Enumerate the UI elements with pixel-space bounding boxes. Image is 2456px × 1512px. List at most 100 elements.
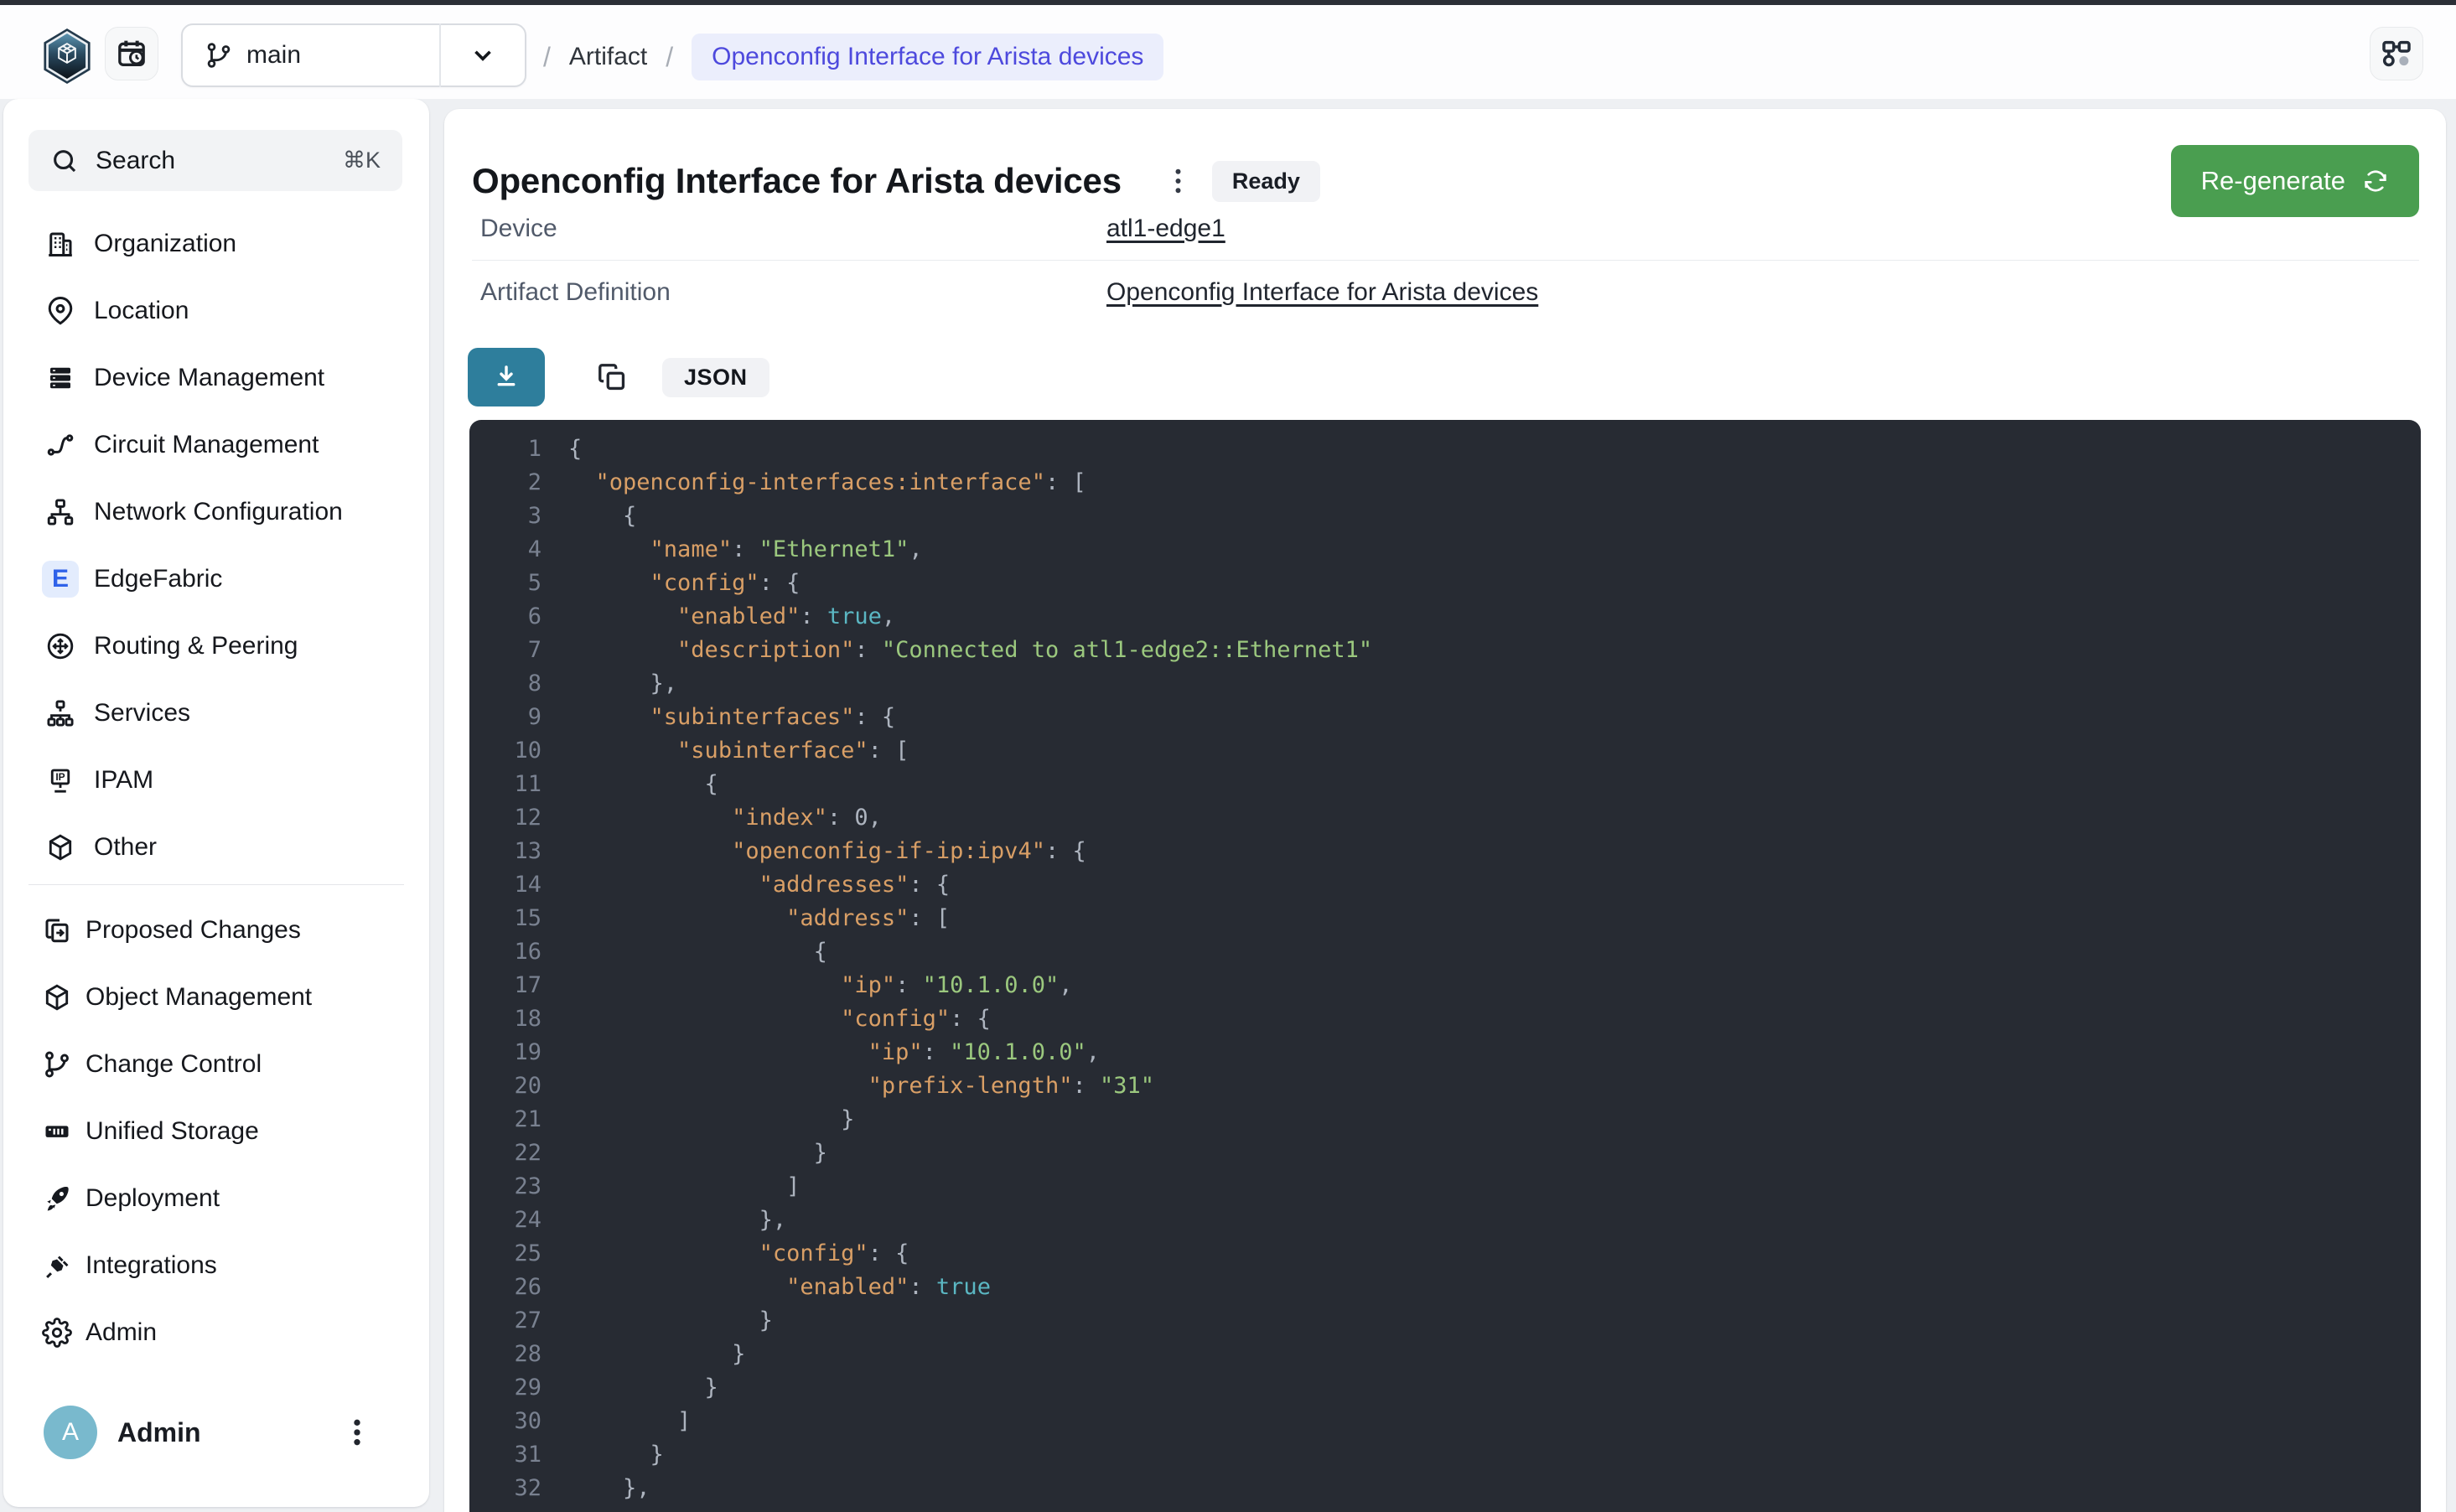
calendar-button[interactable] xyxy=(105,27,158,80)
search-icon xyxy=(50,147,79,175)
field-row-device: Device atl1-edge1 xyxy=(472,198,2419,261)
top-bar: main / Artifact / Openconfig Interface f… xyxy=(0,5,2456,99)
map-pin-icon xyxy=(42,293,79,329)
sidebar-item-label: Organization xyxy=(94,230,236,258)
code-viewer[interactable]: 1{2 "openconfig-interfaces:interface": [… xyxy=(469,420,2421,1512)
copy-icon xyxy=(596,361,628,393)
sidebar-item-label: Routing & Peering xyxy=(94,632,298,660)
sidebar-item-ipam[interactable]: IP IPAM xyxy=(3,747,429,814)
chevron-down-icon xyxy=(441,41,525,70)
code-line: 21 } xyxy=(469,1103,2421,1137)
code-line: 29 } xyxy=(469,1371,2421,1405)
sidebar-item-integrations[interactable]: Integrations xyxy=(3,1232,429,1299)
hierarchy-icon xyxy=(42,494,79,531)
sidebar-item-label: Services xyxy=(94,699,190,728)
code-line: 20 "prefix-length": "31" xyxy=(469,1069,2421,1103)
sidebar-item-location[interactable]: Location xyxy=(3,277,429,344)
search-shortcut: ⌘K xyxy=(343,148,381,173)
download-icon xyxy=(491,362,521,392)
status-badge: Ready xyxy=(1212,161,1320,202)
code-line: 26 "enabled": true xyxy=(469,1271,2421,1304)
storage-icon xyxy=(39,1113,75,1150)
copy-button[interactable] xyxy=(592,357,632,397)
code-line: 23 ] xyxy=(469,1170,2421,1204)
calendar-clock-icon xyxy=(115,37,148,70)
document-arrow-icon xyxy=(39,912,75,949)
field-label: Artifact Definition xyxy=(472,278,1106,307)
code-line: 1{ xyxy=(469,432,2421,466)
code-line: 8 }, xyxy=(469,667,2421,701)
code-line: 18 "config": { xyxy=(469,1002,2421,1036)
format-label: JSON xyxy=(662,358,769,397)
sidebar-item-admin[interactable]: Admin xyxy=(3,1299,429,1366)
download-button[interactable] xyxy=(468,348,545,406)
sidebar-item-unified-storage[interactable]: Unified Storage xyxy=(3,1098,429,1165)
device-link[interactable]: atl1-edge1 xyxy=(1106,215,1225,243)
sidebar-item-deployment[interactable]: Deployment xyxy=(3,1165,429,1232)
main-content: Openconfig Interface for Arista devices … xyxy=(444,109,2446,1512)
circuit-wire-icon xyxy=(42,427,79,463)
git-branch-icon xyxy=(39,1046,75,1083)
code-line: 2 "openconfig-interfaces:interface": [ xyxy=(469,466,2421,500)
sidebar-item-device-management[interactable]: Device Management xyxy=(3,344,429,412)
artifact-definition-link[interactable]: Openconfig Interface for Arista devices xyxy=(1106,278,1538,307)
sidebar-item-organization[interactable]: Organization xyxy=(3,210,429,277)
code-line: 5 "config": { xyxy=(469,567,2421,600)
sidebar-item-object-management[interactable]: Object Management xyxy=(3,964,429,1031)
plug-icon xyxy=(39,1247,75,1284)
code-line: 30 ] xyxy=(469,1405,2421,1438)
sidebar-item-label: Object Management xyxy=(85,983,312,1012)
breadcrumb-item-artifact[interactable]: Artifact xyxy=(569,43,647,71)
code-line: 17 "ip": "10.1.0.0", xyxy=(469,969,2421,1002)
sidebar-item-circuit-management[interactable]: Circuit Management xyxy=(3,412,429,479)
sidebar-item-proposed-changes[interactable]: Proposed Changes xyxy=(3,897,429,964)
svg-text:IP: IP xyxy=(55,771,65,783)
code-line: 11 { xyxy=(469,768,2421,801)
code-line: 6 "enabled": true, xyxy=(469,600,2421,634)
code-line: 7 "description": "Connected to atl1-edge… xyxy=(469,634,2421,667)
sidebar-item-change-control[interactable]: Change Control xyxy=(3,1031,429,1098)
code-line: 12 "index": 0, xyxy=(469,801,2421,835)
breadcrumb-current[interactable]: Openconfig Interface for Arista devices xyxy=(692,34,1163,80)
user-kebab-menu[interactable] xyxy=(339,1409,376,1456)
ip-address-icon: IP xyxy=(42,762,79,799)
sidebar-item-routing-peering[interactable]: Routing & Peering xyxy=(3,613,429,680)
breadcrumb-separator: / xyxy=(666,42,673,73)
sidebar-item-other[interactable]: Other xyxy=(3,814,429,881)
building-icon xyxy=(42,225,79,262)
sidebar-divider xyxy=(28,884,404,885)
sidebar: Search ⌘K Organization xyxy=(3,99,429,1507)
sidebar-item-label: EdgeFabric xyxy=(94,565,222,593)
sidebar-item-edgefabric[interactable]: E EdgeFabric xyxy=(3,546,429,613)
rocket-icon xyxy=(39,1180,75,1217)
sidebar-item-services[interactable]: Services xyxy=(3,680,429,747)
sidebar-item-label: Other xyxy=(94,833,157,862)
app-logo[interactable] xyxy=(42,28,92,84)
regenerate-label: Re-generate xyxy=(2201,166,2345,196)
search-placeholder: Search xyxy=(96,147,343,175)
sidebar-item-label: Device Management xyxy=(94,364,324,392)
branch-selector[interactable]: main xyxy=(181,23,526,87)
title-kebab-menu[interactable] xyxy=(1162,161,1195,201)
branch-name: main xyxy=(246,41,301,70)
user-menu[interactable]: A Admin xyxy=(3,1406,429,1459)
code-line: 22 } xyxy=(469,1137,2421,1170)
field-label: Device xyxy=(472,215,1106,243)
sidebar-item-network-configuration[interactable]: Network Configuration xyxy=(3,479,429,546)
code-line: 31 } xyxy=(469,1438,2421,1472)
code-line: 4 "name": "Ethernet1", xyxy=(469,533,2421,567)
sidebar-item-label: Network Configuration xyxy=(94,498,343,526)
search-input[interactable]: Search ⌘K xyxy=(28,130,402,191)
code-line: 32 }, xyxy=(469,1472,2421,1505)
app-root: main / Artifact / Openconfig Interface f… xyxy=(0,0,2456,1512)
code-line: 25 "config": { xyxy=(469,1237,2421,1271)
code-line: 9 "subinterfaces": { xyxy=(469,701,2421,734)
sidebar-group-primary: Organization Location Device Manageme xyxy=(3,210,429,881)
cube-icon xyxy=(39,979,75,1016)
detail-fields: Device atl1-edge1 Artifact Definition Op… xyxy=(472,198,2419,324)
page-title: Openconfig Interface for Arista devices xyxy=(472,161,1122,201)
topology-apps-button[interactable] xyxy=(2370,27,2423,80)
code-lines: 1{2 "openconfig-interfaces:interface": [… xyxy=(469,420,2421,1505)
logo-cube-icon xyxy=(54,42,80,69)
sidebar-item-label: Proposed Changes xyxy=(85,916,301,945)
